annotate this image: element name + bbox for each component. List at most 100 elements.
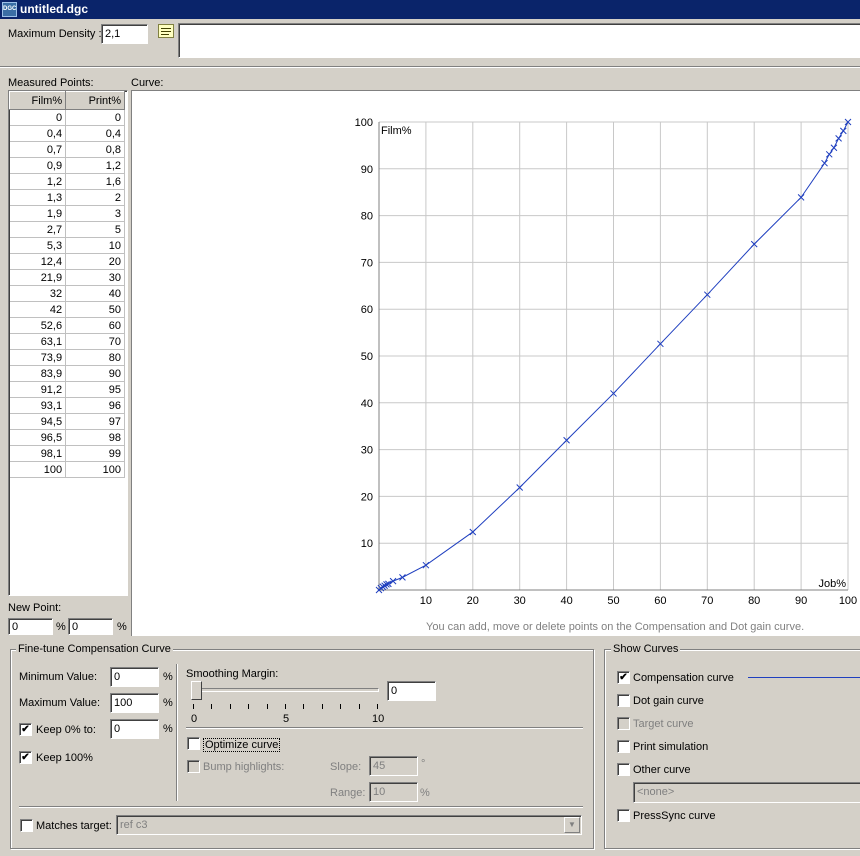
print-cell[interactable]: 2 (65, 189, 125, 206)
slope-input[interactable]: 45 (369, 756, 418, 776)
film-cell[interactable]: 98,1 (9, 445, 67, 462)
print-cell[interactable]: 0,4 (65, 125, 125, 142)
film-cell[interactable]: 52,6 (9, 317, 67, 334)
keep-0-checkbox[interactable] (19, 723, 32, 736)
film-cell[interactable]: 5,3 (9, 237, 67, 254)
print-cell[interactable]: 30 (65, 269, 125, 286)
print-cell[interactable]: 20 (65, 253, 125, 270)
film-cell[interactable]: 42 (9, 301, 67, 318)
table-row[interactable]: 83,9 90 (9, 365, 125, 382)
keep-100-checkbox[interactable] (19, 751, 32, 764)
print-cell[interactable]: 1,6 (65, 173, 125, 190)
film-cell[interactable]: 0 (9, 109, 67, 126)
show-curve-checkbox[interactable] (617, 740, 630, 753)
max-value-input[interactable]: 100 (110, 693, 159, 713)
film-cell[interactable]: 21,9 (9, 269, 67, 286)
matches-target-select[interactable]: ref c3 (116, 815, 582, 835)
film-cell[interactable]: 91,2 (9, 381, 67, 398)
smoothing-slider-thumb[interactable] (191, 681, 202, 700)
new-point-film-input[interactable]: 0 (8, 618, 53, 635)
film-cell[interactable]: 1,9 (9, 205, 67, 222)
comment-field[interactable] (178, 23, 860, 58)
table-row[interactable]: 100 100 (9, 461, 125, 478)
table-row[interactable]: 2,7 5 (9, 221, 125, 238)
table-row[interactable]: 0,7 0,8 (9, 141, 125, 158)
matches-target-checkbox[interactable] (20, 819, 33, 832)
table-row[interactable]: 32 40 (9, 285, 125, 302)
table-row[interactable]: 5,3 10 (9, 237, 125, 254)
film-cell[interactable]: 0,7 (9, 141, 67, 158)
print-cell[interactable]: 0,8 (65, 141, 125, 158)
print-cell[interactable]: 90 (65, 365, 125, 382)
film-cell[interactable]: 32 (9, 285, 67, 302)
print-cell[interactable]: 80 (65, 349, 125, 366)
print-cell[interactable]: 3 (65, 205, 125, 222)
print-cell[interactable]: 10 (65, 237, 125, 254)
table-row[interactable]: 93,1 96 (9, 397, 125, 414)
table-row[interactable]: 1,9 3 (9, 205, 125, 222)
film-cell[interactable]: 0,4 (9, 125, 67, 142)
table-row[interactable]: 52,6 60 (9, 317, 125, 334)
note-icon[interactable] (158, 24, 174, 38)
keep-0-input[interactable]: 0 (110, 719, 159, 739)
print-cell[interactable]: 40 (65, 285, 125, 302)
table-row[interactable]: 96,5 98 (9, 429, 125, 446)
film-cell[interactable]: 63,1 (9, 333, 67, 350)
column-header-print[interactable]: Print% (65, 91, 125, 110)
table-row[interactable]: 63,1 70 (9, 333, 125, 350)
other-curve-select[interactable]: <none> (633, 782, 860, 803)
optimize-curve-checkbox[interactable] (187, 737, 200, 750)
film-cell[interactable]: 12,4 (9, 253, 67, 270)
table-row[interactable]: 1,2 1,6 (9, 173, 125, 190)
print-cell[interactable]: 70 (65, 333, 125, 350)
film-cell[interactable]: 73,9 (9, 349, 67, 366)
print-cell[interactable]: 99 (65, 445, 125, 462)
film-cell[interactable]: 1,3 (9, 189, 67, 206)
table-row[interactable]: 0,9 1,2 (9, 157, 125, 174)
print-cell[interactable]: 97 (65, 413, 125, 430)
curve-chart[interactable]: 10 20 30 40 50 60 70 80 90 100 10 20 30 40 50 60 70 80 90 1… (132, 91, 860, 637)
show-curve-checkbox[interactable] (617, 694, 630, 707)
film-cell[interactable]: 2,7 (9, 221, 67, 238)
table-row[interactable]: 42 50 (9, 301, 125, 318)
print-cell[interactable]: 5 (65, 221, 125, 238)
smoothing-slider-track[interactable] (193, 688, 379, 692)
print-cell[interactable]: 100 (65, 461, 125, 478)
table-row[interactable]: 00 (9, 109, 125, 126)
film-cell[interactable]: 1,2 (9, 173, 67, 190)
table-row[interactable]: 98,1 99 (9, 445, 125, 462)
min-value-input[interactable]: 0 (110, 667, 159, 687)
max-density-input[interactable]: 2,1 (101, 24, 148, 44)
new-point-print-input[interactable]: 0 (68, 618, 113, 635)
print-cell[interactable]: 0 (65, 109, 125, 126)
print-cell[interactable]: 50 (65, 301, 125, 318)
print-cell[interactable]: 60 (65, 317, 125, 334)
film-cell[interactable]: 96,5 (9, 429, 67, 446)
print-cell[interactable]: 96 (65, 397, 125, 414)
column-header-film[interactable]: Film% (9, 91, 67, 110)
bump-highlights-checkbox[interactable] (187, 760, 200, 773)
range-input[interactable]: 10 (369, 782, 418, 802)
table-row[interactable]: 21,9 30 (9, 269, 125, 286)
film-cell[interactable]: 93,1 (9, 397, 67, 414)
table-row[interactable]: 12,4 20 (9, 253, 125, 270)
show-curve-checkbox[interactable] (617, 671, 630, 684)
film-cell[interactable]: 83,9 (9, 365, 67, 382)
print-cell[interactable]: 98 (65, 429, 125, 446)
measured-points-table[interactable]: Film% Print% 0 0 0,4 0,4 0,7 0,8 0,9 1,2 1,2 1,6 1… (8, 90, 128, 596)
table-row[interactable]: 1,3 2 (9, 189, 125, 206)
presssync-curve-checkbox[interactable] (617, 809, 630, 822)
film-cell[interactable]: 94,5 (9, 413, 67, 430)
chevron-down-icon[interactable]: ▼ (564, 817, 580, 833)
film-cell[interactable]: 100 (9, 461, 67, 478)
table-row[interactable]: 94,5 97 (9, 413, 125, 430)
table-row[interactable]: 91,2 95 (9, 381, 125, 398)
film-cell[interactable]: 0,9 (9, 157, 67, 174)
print-cell[interactable]: 95 (65, 381, 125, 398)
print-cell[interactable]: 1,2 (65, 157, 125, 174)
smoothing-input[interactable]: 0 (387, 681, 436, 701)
table-row[interactable]: 73,9 80 (9, 349, 125, 366)
show-curve-checkbox[interactable] (617, 763, 630, 776)
table-row[interactable]: 0,4 0,4 (9, 125, 125, 142)
show-curve-checkbox[interactable] (617, 717, 630, 730)
